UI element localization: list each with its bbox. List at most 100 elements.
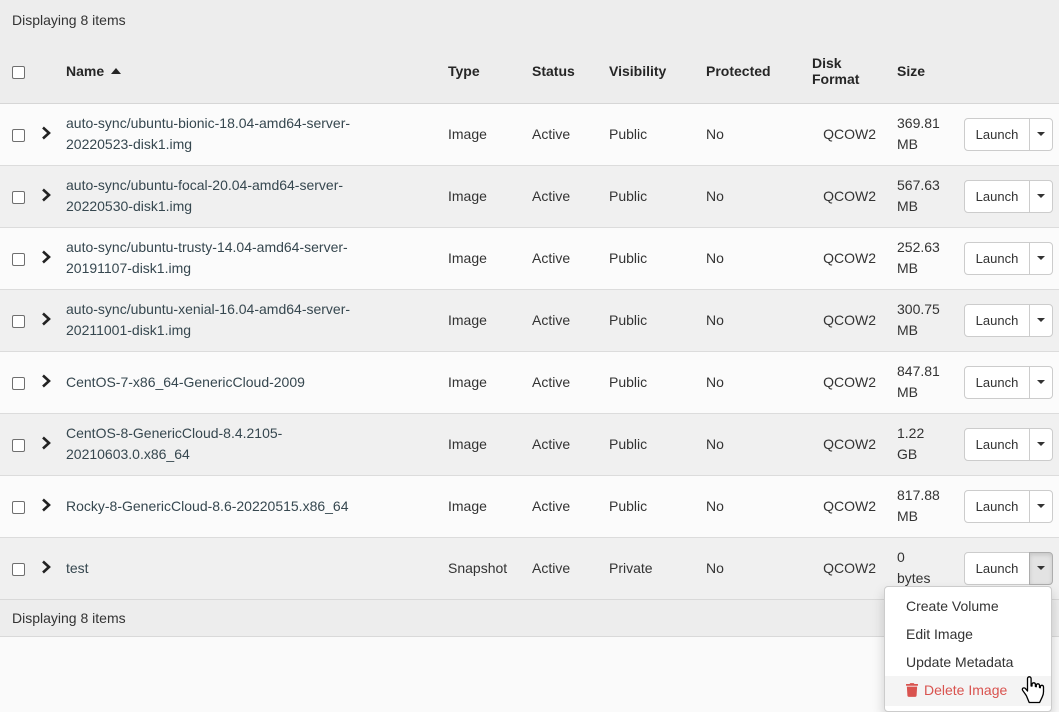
launch-dropdown-toggle[interactable] [1029, 304, 1053, 337]
visibility-cell: Private [609, 537, 706, 599]
expand-row-icon[interactable] [41, 560, 51, 577]
row-checkbox[interactable] [12, 129, 25, 142]
items-count-text: Displaying 8 items [12, 12, 126, 28]
disk-format-column-header[interactable]: Disk Format [812, 40, 876, 103]
visibility-cell: Public [609, 351, 706, 413]
expand-row-icon[interactable] [41, 374, 51, 391]
status-cell: Active [532, 351, 609, 413]
launch-button[interactable]: Launch [964, 490, 1030, 523]
status-cell: Active [532, 537, 609, 599]
launch-dropdown-toggle[interactable] [1029, 180, 1053, 213]
table-row: CentOS-7-x86_64-GenericCloud-2009 Image … [0, 351, 1059, 413]
image-name-link[interactable]: auto-sync/ubuntu-xenial-16.04-amd64-serv… [66, 301, 350, 338]
type-cell: Image [448, 165, 532, 227]
disk-format-cell: QCOW2 [812, 227, 876, 289]
protected-column-header[interactable]: Protected [706, 40, 812, 103]
images-table: Name Type Status Visibility Protected Di… [0, 40, 1059, 599]
expand-row-icon[interactable] [41, 498, 51, 515]
launch-button[interactable]: Launch [964, 366, 1030, 399]
expand-row-icon[interactable] [41, 188, 51, 205]
launch-button[interactable]: Launch [964, 428, 1030, 461]
visibility-cell: Public [609, 227, 706, 289]
launch-dropdown-toggle[interactable] [1029, 118, 1053, 151]
size-cell: 1.22GB [876, 413, 946, 475]
launch-dropdown-toggle[interactable] [1029, 552, 1053, 585]
row-checkbox[interactable] [12, 315, 25, 328]
expand-row-icon[interactable] [41, 250, 51, 267]
row-checkbox[interactable] [12, 253, 25, 266]
visibility-cell: Public [609, 165, 706, 227]
protected-cell: No [706, 227, 812, 289]
type-column-header[interactable]: Type [448, 40, 532, 103]
launch-button[interactable]: Launch [964, 180, 1030, 213]
row-checkbox[interactable] [12, 191, 25, 204]
image-name-link[interactable]: CentOS-7-x86_64-GenericCloud-2009 [66, 374, 305, 390]
table-row: Rocky-8-GenericCloud-8.6-20220515.x86_64… [0, 475, 1059, 537]
protected-cell: No [706, 103, 812, 165]
menu-item-create-volume[interactable]: Create Volume [885, 592, 1051, 620]
row-actions-menu: Create Volume Edit Image Update Metadata… [884, 586, 1052, 712]
disk-format-cell: QCOW2 [812, 537, 876, 599]
caret-down-icon [1037, 318, 1045, 322]
visibility-cell: Public [609, 413, 706, 475]
launch-button[interactable]: Launch [964, 304, 1030, 337]
status-cell: Active [532, 165, 609, 227]
image-name-link[interactable]: CentOS-8-GenericCloud-8.4.2105-20210603.… [66, 425, 282, 462]
type-cell: Image [448, 227, 532, 289]
table-count-header: Displaying 8 items [0, 0, 1059, 40]
menu-item-edit-image[interactable]: Edit Image [885, 620, 1051, 648]
size-cell: 567.63MB [876, 165, 946, 227]
caret-down-icon [1037, 566, 1045, 570]
image-name-link[interactable]: auto-sync/ubuntu-bionic-18.04-amd64-serv… [66, 115, 350, 152]
status-column-header[interactable]: Status [532, 40, 609, 103]
size-column-header[interactable]: Size [876, 40, 946, 103]
table-row: auto-sync/ubuntu-xenial-16.04-amd64-serv… [0, 289, 1059, 351]
row-checkbox[interactable] [12, 501, 25, 514]
launch-dropdown-toggle[interactable] [1029, 428, 1053, 461]
select-all-checkbox[interactable] [12, 66, 25, 79]
visibility-column-header[interactable]: Visibility [609, 40, 706, 103]
image-name-link[interactable]: auto-sync/ubuntu-focal-20.04-amd64-serve… [66, 177, 343, 214]
type-cell: Image [448, 413, 532, 475]
visibility-cell: Public [609, 475, 706, 537]
protected-cell: No [706, 475, 812, 537]
status-cell: Active [532, 475, 609, 537]
protected-cell: No [706, 165, 812, 227]
caret-down-icon [1037, 256, 1045, 260]
table-row: auto-sync/ubuntu-bionic-18.04-amd64-serv… [0, 103, 1059, 165]
table-row: CentOS-8-GenericCloud-8.4.2105-20210603.… [0, 413, 1059, 475]
expand-row-icon[interactable] [41, 436, 51, 453]
size-cell: 252.63MB [876, 227, 946, 289]
launch-button[interactable]: Launch [964, 242, 1030, 275]
type-cell: Snapshot [448, 537, 532, 599]
size-cell: 847.81MB [876, 351, 946, 413]
row-checkbox[interactable] [12, 377, 25, 390]
launch-dropdown-toggle[interactable] [1029, 366, 1053, 399]
protected-cell: No [706, 537, 812, 599]
expand-row-icon[interactable] [41, 312, 51, 329]
expand-row-icon[interactable] [41, 126, 51, 143]
launch-dropdown-toggle[interactable] [1029, 490, 1053, 523]
protected-cell: No [706, 351, 812, 413]
menu-item-update-metadata[interactable]: Update Metadata [885, 648, 1051, 676]
sort-ascending-icon [111, 68, 121, 74]
trash-icon [906, 682, 918, 702]
launch-button[interactable]: Launch [964, 118, 1030, 151]
image-name-link[interactable]: test [66, 560, 89, 576]
image-name-link[interactable]: auto-sync/ubuntu-trusty-14.04-amd64-serv… [66, 239, 348, 276]
image-name-link[interactable]: Rocky-8-GenericCloud-8.6-20220515.x86_64 [66, 498, 349, 514]
caret-down-icon [1037, 380, 1045, 384]
protected-cell: No [706, 413, 812, 475]
type-cell: Image [448, 475, 532, 537]
row-checkbox[interactable] [12, 439, 25, 452]
visibility-cell: Public [609, 289, 706, 351]
launch-button[interactable]: Launch [964, 552, 1030, 585]
status-cell: Active [532, 227, 609, 289]
visibility-cell: Public [609, 103, 706, 165]
type-cell: Image [448, 289, 532, 351]
launch-dropdown-toggle[interactable] [1029, 242, 1053, 275]
table-row: auto-sync/ubuntu-focal-20.04-amd64-serve… [0, 165, 1059, 227]
menu-item-delete-image[interactable]: Delete Image [885, 676, 1051, 706]
name-column-header[interactable]: Name [58, 40, 448, 103]
row-checkbox[interactable] [12, 563, 25, 576]
